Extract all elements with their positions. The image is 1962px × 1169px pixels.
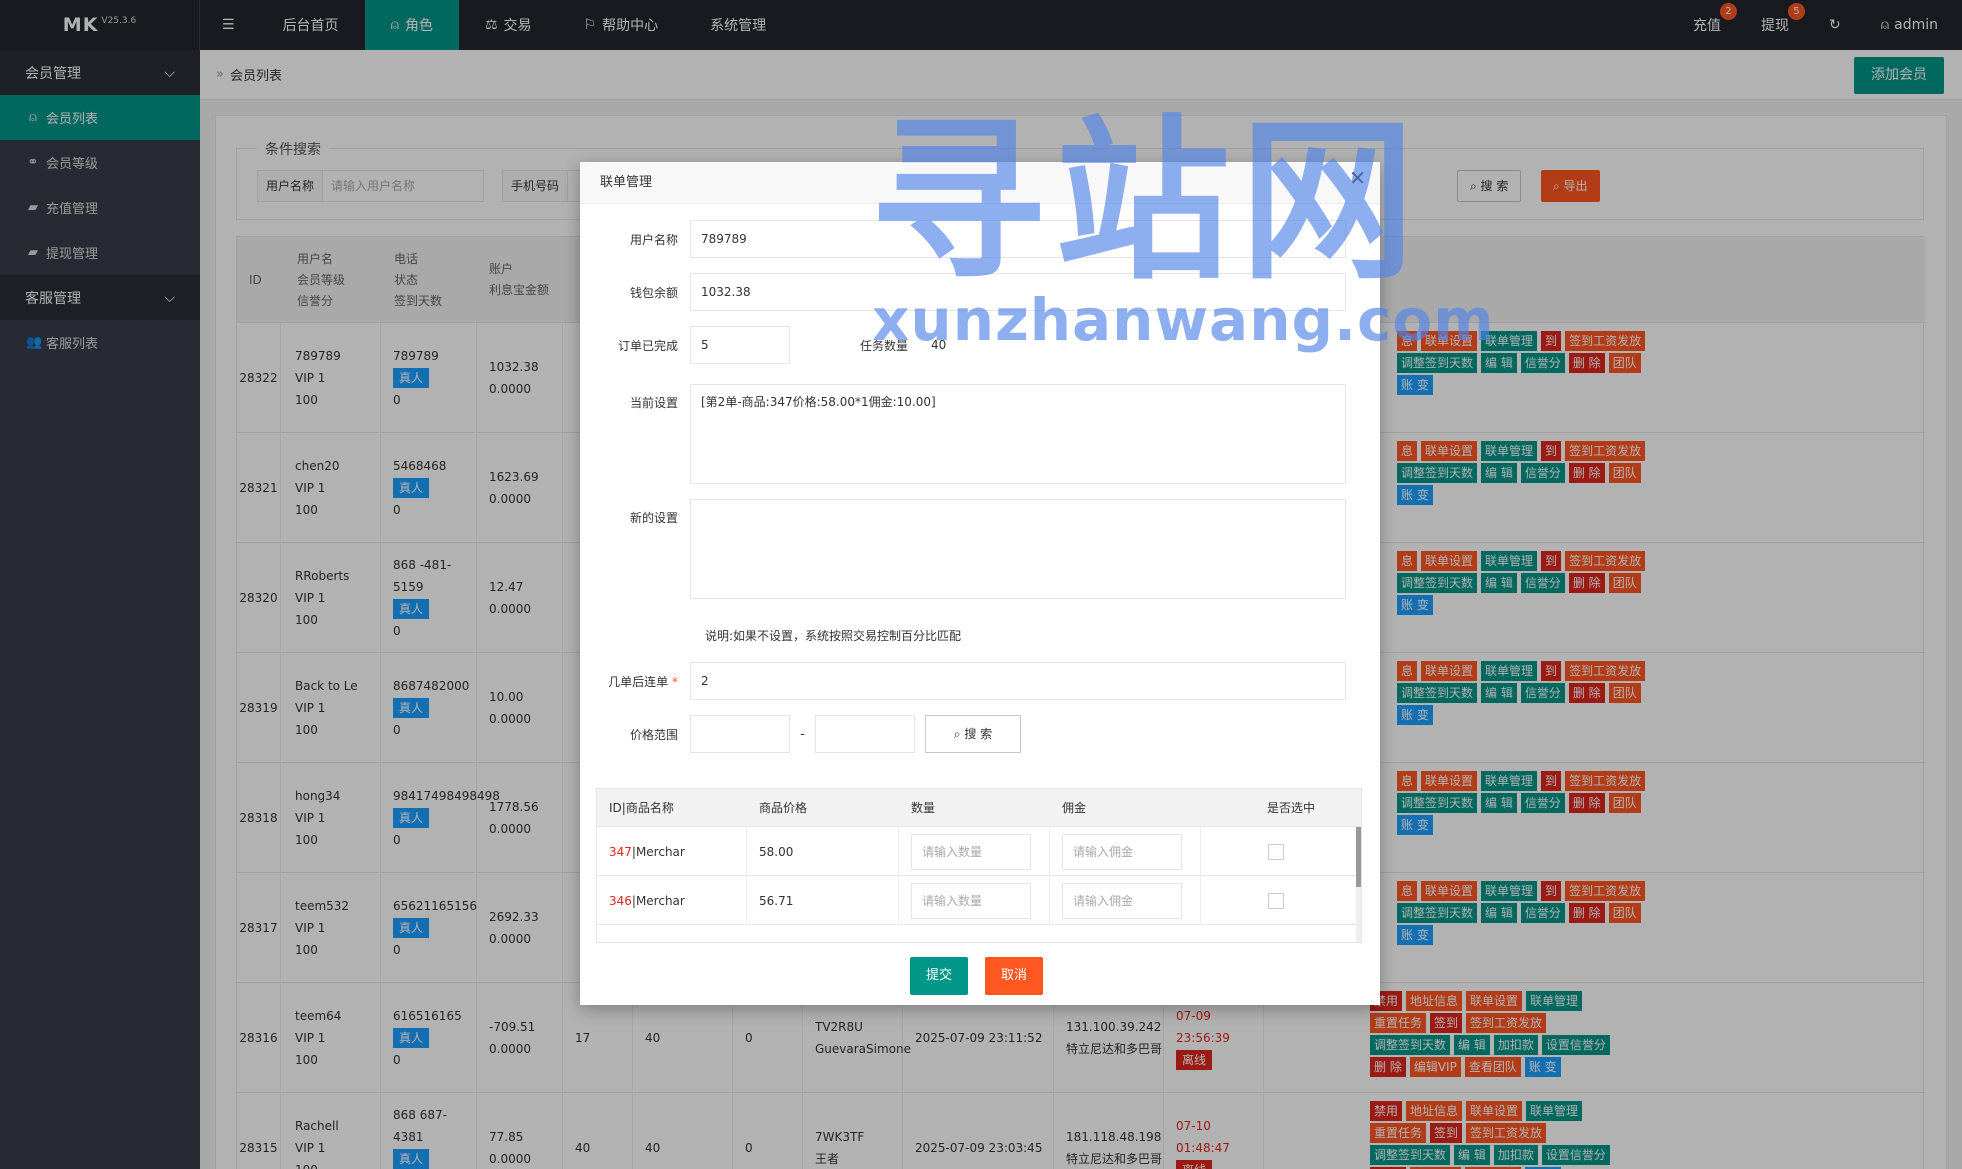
wallet-input[interactable]: 1032.38 <box>690 273 1346 311</box>
close-icon[interactable]: ✕ <box>1349 166 1366 190</box>
done-row: 订单已完成 5 任务数量 40 <box>580 326 1020 364</box>
product-id-name: 347 |Merchar <box>597 827 747 876</box>
qty-input[interactable]: 请输入数量 <box>911 833 1031 870</box>
wallet-row: 钱包余额 1032.38 <box>580 273 1346 311</box>
new-row: 新的设置 <box>580 499 1346 599</box>
product-price: 58.00 <box>747 827 899 876</box>
product-header-qty: 数量 <box>911 801 936 815</box>
after-label: 几单后连单 * <box>608 674 678 689</box>
product-qty: 请输入数量 <box>899 827 1050 876</box>
wallet-label: 钱包余额 <box>629 285 678 300</box>
price-label: 价格范围 <box>629 727 678 742</box>
select-checkbox[interactable] <box>1268 843 1284 860</box>
username-input[interactable]: 789789 <box>690 220 1346 258</box>
commission-input[interactable]: 请输入佣金 <box>1062 882 1182 919</box>
combo-order-modal: 联单管理 ✕ 用户名称 789789 钱包余额 1032.38 订单已完成 5 … <box>580 162 1380 1005</box>
product-comm: 请输入佣金 <box>1050 876 1201 925</box>
product-header-id: ID|商品名称 <box>609 801 674 815</box>
product-select <box>1201 876 1351 925</box>
product-header-select: 是否选中 <box>1267 801 1316 815</box>
product-header-comm: 佣金 <box>1062 801 1087 815</box>
new-textarea[interactable] <box>690 499 1346 599</box>
product-comm: 请输入佣金 <box>1050 827 1201 876</box>
after-row: 几单后连单 * 2 <box>580 662 1346 700</box>
current-row: 当前设置 [第2单-商品:347价格:58.00*1佣金:10.00] <box>580 384 1346 484</box>
product-row: 347 |Merchar 58.00 请输入数量 请输入佣金 <box>597 827 1361 876</box>
price-max-input[interactable] <box>815 715 915 753</box>
task-label: 任务数量 <box>859 338 908 353</box>
username-label: 用户名称 <box>629 232 678 247</box>
price-separator: - <box>800 726 805 742</box>
product-qty: 请输入数量 <box>899 876 1050 925</box>
product-table: ID|商品名称 商品价格 数量 佣金 是否选中 347 |Merchar 58.00… <box>596 788 1362 943</box>
qty-input[interactable]: 请输入数量 <box>911 882 1031 919</box>
submit-button[interactable]: 提交 <box>910 957 969 995</box>
scrollbar[interactable] <box>1356 827 1361 942</box>
cancel-button[interactable]: 取消 <box>985 957 1044 995</box>
settings-note: 说明:如果不设置，系统按照交易控制百分比匹配 <box>705 629 962 643</box>
after-input[interactable]: 2 <box>690 662 1346 700</box>
price-search-button[interactable]: ⌕ 搜 索 <box>925 715 1021 753</box>
product-row: 346 |Merchar 56.71 请输入数量 请输入佣金 <box>597 876 1361 925</box>
commission-input[interactable]: 请输入佣金 <box>1062 833 1182 870</box>
scrollbar-thumb[interactable] <box>1356 827 1361 887</box>
select-checkbox[interactable] <box>1268 892 1284 909</box>
done-input[interactable]: 5 <box>690 326 790 364</box>
done-label: 订单已完成 <box>617 338 678 353</box>
product-select <box>1201 827 1351 876</box>
price-min-input[interactable] <box>690 715 790 753</box>
product-table-header: ID|商品名称 商品价格 数量 佣金 是否选中 <box>597 789 1361 827</box>
current-textarea[interactable]: [第2单-商品:347价格:58.00*1佣金:10.00] <box>690 384 1346 484</box>
new-label: 新的设置 <box>629 511 678 525</box>
price-row: 价格范围 - ⌕ 搜 索 <box>580 715 1021 753</box>
search-icon: ⌕ <box>953 727 965 741</box>
task-input[interactable]: 40 <box>920 326 1020 364</box>
product-header-price: 商品价格 <box>759 801 808 815</box>
required-mark: * <box>668 674 678 689</box>
current-label: 当前设置 <box>629 396 678 410</box>
username-row: 用户名称 789789 <box>580 220 1346 258</box>
product-id-name: 346 |Merchar <box>597 876 747 925</box>
product-price: 56.71 <box>747 876 899 925</box>
modal-title: 联单管理 <box>580 162 1380 204</box>
